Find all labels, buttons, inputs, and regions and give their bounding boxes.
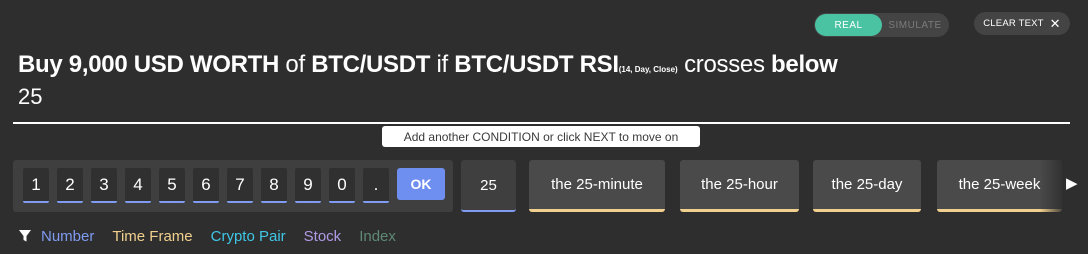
key-decimal[interactable]: . bbox=[363, 168, 389, 203]
key-9[interactable]: 9 bbox=[295, 168, 321, 203]
filter-index[interactable]: Index bbox=[359, 228, 396, 245]
mode-simulate-option[interactable]: SIMULATE bbox=[882, 14, 948, 36]
suggestion-25-day[interactable]: the 25-day bbox=[813, 160, 921, 212]
key-4[interactable]: 4 bbox=[125, 168, 151, 203]
mode-real-option[interactable]: REAL bbox=[815, 14, 882, 36]
sentence-pair[interactable]: BTC/USDT bbox=[311, 51, 430, 78]
filter-number[interactable]: Number bbox=[41, 228, 94, 245]
sentence-direction[interactable]: below bbox=[771, 51, 838, 78]
suggestion-25-minute[interactable]: the 25-minute bbox=[529, 160, 665, 212]
key-2[interactable]: 2 bbox=[57, 168, 83, 203]
filter-stock[interactable]: Stock bbox=[304, 228, 342, 245]
clear-text-label: CLEAR TEXT bbox=[983, 18, 1044, 29]
sentence-of: of bbox=[285, 51, 305, 78]
sentence-indicator[interactable]: BTC/USDT RSI(14, Day, Close) bbox=[454, 51, 677, 78]
sentence-value[interactable]: 25 bbox=[18, 84, 42, 110]
number-keypad: 1 2 3 4 5 6 7 8 9 0 . OK bbox=[13, 160, 453, 212]
sentence-buy[interactable]: Buy 9,000 USD WORTH bbox=[18, 51, 279, 78]
filter-icon[interactable] bbox=[18, 229, 32, 243]
key-6[interactable]: 6 bbox=[193, 168, 219, 203]
key-3[interactable]: 3 bbox=[91, 168, 117, 203]
chevron-right-icon[interactable]: ▶ bbox=[1066, 176, 1080, 192]
order-sentence: Buy 9,000 USD WORTH of BTC/USDT if BTC/U… bbox=[18, 50, 1058, 85]
sentence-if: if bbox=[436, 51, 449, 78]
key-7[interactable]: 7 bbox=[227, 168, 253, 203]
filter-crypto-pair[interactable]: Crypto Pair bbox=[211, 228, 286, 245]
sentence-crosses: crosses bbox=[684, 51, 765, 78]
key-0[interactable]: 0 bbox=[329, 168, 355, 203]
suggestion-25-hour[interactable]: the 25-hour bbox=[680, 160, 799, 212]
clear-text-button[interactable]: CLEAR TEXT ✕ bbox=[974, 12, 1070, 35]
ok-button[interactable]: OK bbox=[397, 168, 445, 200]
suggestion-value[interactable]: 25 bbox=[461, 160, 516, 212]
close-icon: ✕ bbox=[1049, 16, 1061, 31]
mode-toggle[interactable]: REAL SIMULATE bbox=[814, 13, 949, 37]
input-underline bbox=[13, 122, 1070, 124]
scroll-fade bbox=[1040, 160, 1062, 212]
key-5[interactable]: 5 bbox=[159, 168, 185, 203]
indicator-params: (14, Day, Close) bbox=[618, 65, 678, 74]
filter-bar: Number Time Frame Crypto Pair Stock Inde… bbox=[18, 226, 414, 246]
filter-time-frame[interactable]: Time Frame bbox=[112, 228, 192, 245]
key-8[interactable]: 8 bbox=[261, 168, 287, 203]
hint-tooltip: Add another CONDITION or click NEXT to m… bbox=[382, 126, 700, 147]
indicator-name: BTC/USDT RSI bbox=[454, 51, 619, 78]
key-1[interactable]: 1 bbox=[23, 168, 49, 203]
